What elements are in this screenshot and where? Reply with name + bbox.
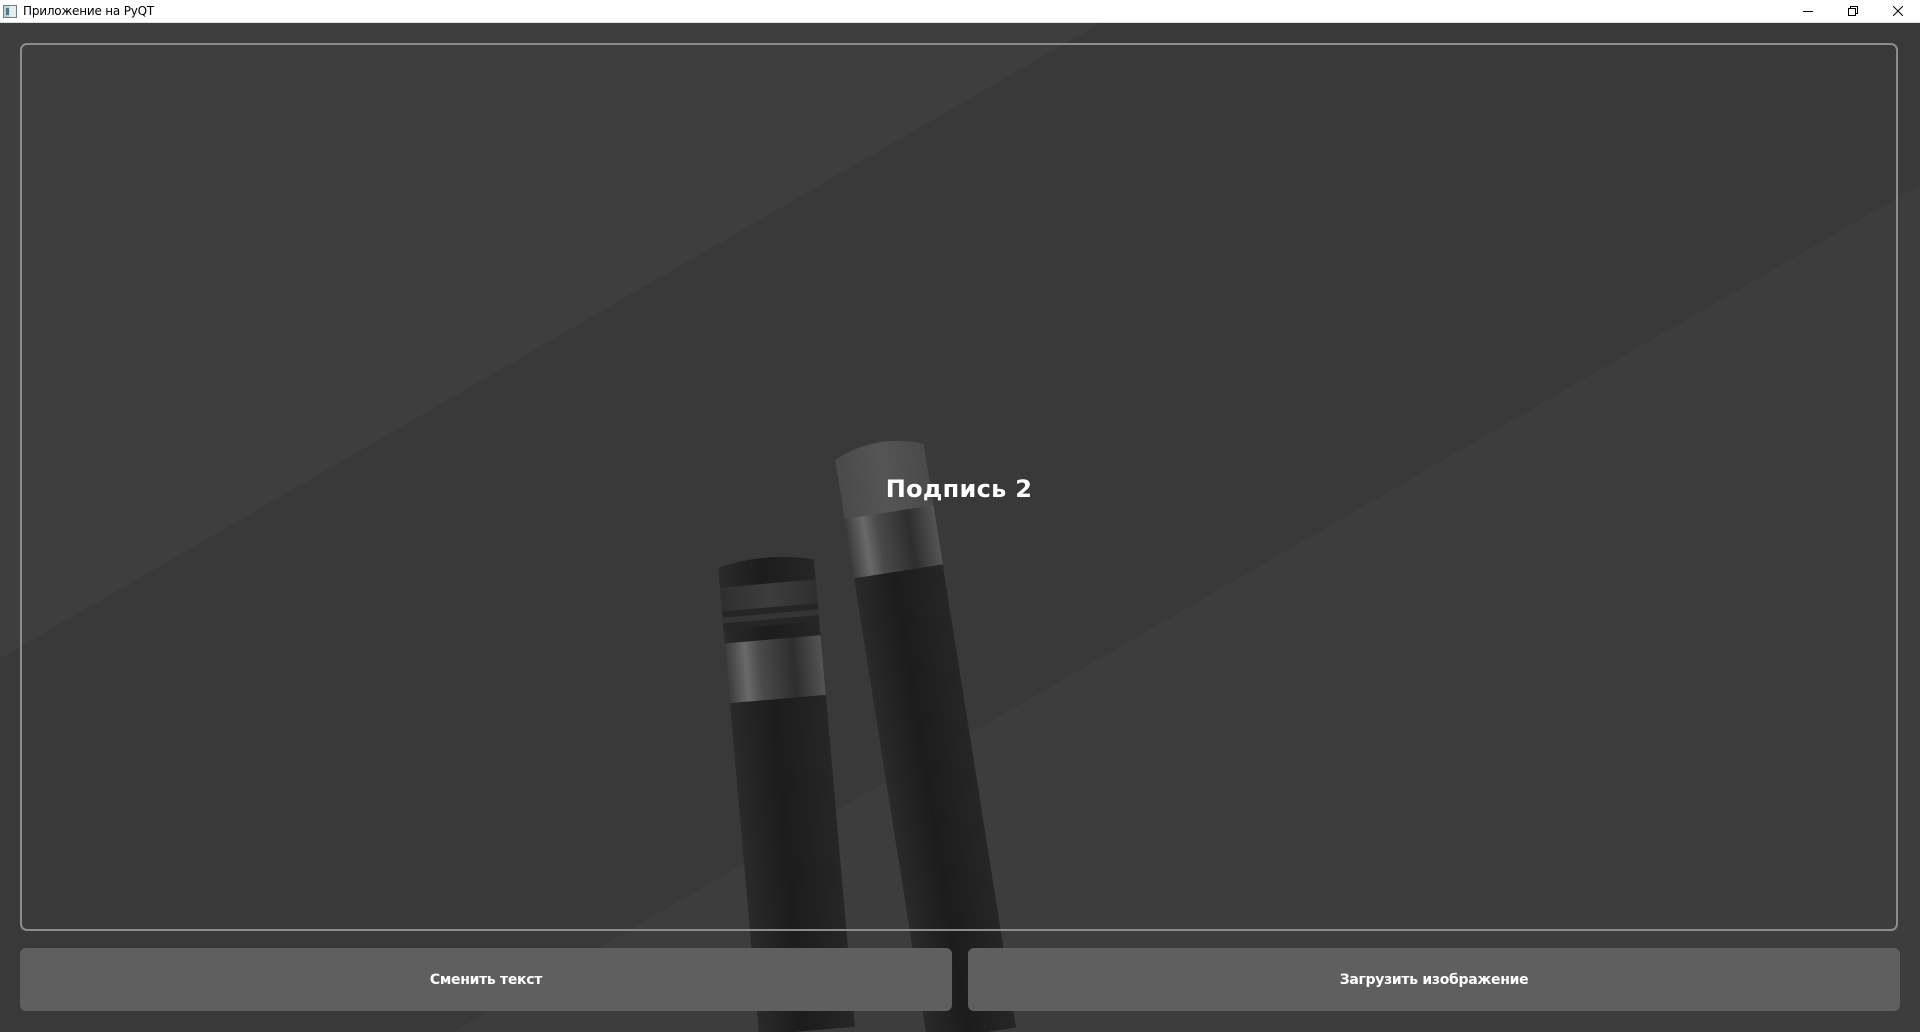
app-window: Приложение на PyQT Подпись 2 Сменить тек… bbox=[0, 0, 1920, 1032]
restore-icon bbox=[1847, 6, 1858, 16]
image-display-area: Подпись 2 bbox=[20, 43, 1898, 931]
title-bar[interactable]: Приложение на PyQT bbox=[0, 0, 1920, 23]
close-button[interactable] bbox=[1875, 0, 1920, 22]
close-icon bbox=[1892, 6, 1903, 16]
minimize-icon bbox=[1802, 11, 1813, 12]
window-title: Приложение на PyQT bbox=[23, 4, 155, 18]
change-text-button[interactable]: Сменить текст bbox=[20, 948, 952, 1011]
load-image-button[interactable]: Загрузить изображение bbox=[968, 948, 1900, 1011]
caption-label: Подпись 2 bbox=[885, 475, 1033, 503]
window-controls bbox=[1785, 0, 1920, 22]
restore-button[interactable] bbox=[1830, 0, 1875, 22]
app-icon bbox=[3, 4, 17, 18]
minimize-button[interactable] bbox=[1785, 0, 1830, 22]
